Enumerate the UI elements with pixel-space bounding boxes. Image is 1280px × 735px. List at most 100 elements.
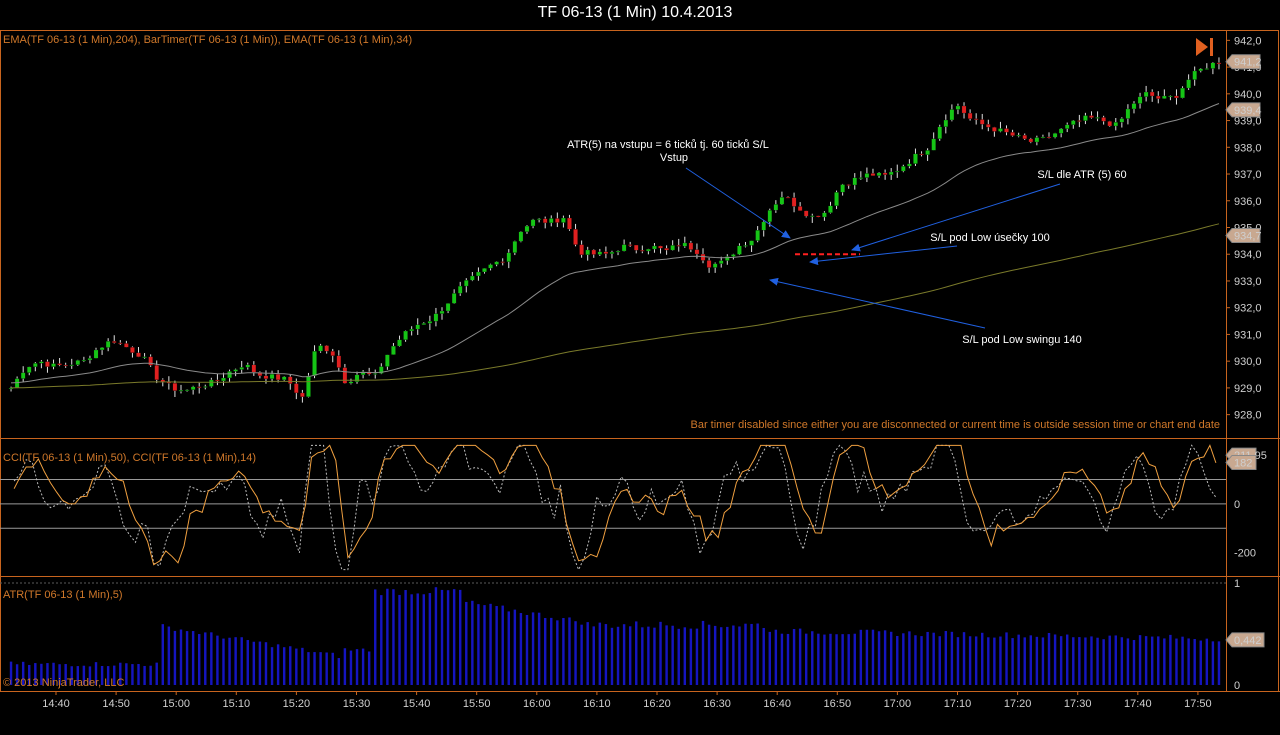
atr-bar (574, 621, 577, 685)
candle-body (1046, 136, 1052, 139)
candle-body (919, 153, 924, 156)
atr-bar (604, 624, 608, 685)
candle-body (1083, 115, 1088, 121)
atr-bar (525, 614, 529, 685)
atr-bar (932, 632, 935, 685)
candle-body (621, 244, 627, 252)
atr-bar (1053, 634, 1057, 685)
candle-body (1192, 70, 1197, 80)
atr-bar (507, 611, 510, 685)
candle-body (591, 249, 597, 255)
chart-window: TF 06-13 (1 Min) 10.4.2013 942,0941,0940… (0, 0, 1280, 735)
atr-bar (896, 635, 899, 685)
play-to-end-icon (1210, 38, 1213, 56)
price-tick-label: 932,0 (1234, 303, 1262, 315)
atr-bar (471, 600, 474, 685)
time-tick-label: 17:50 (1184, 698, 1212, 710)
annotation-sl-atr: S/L dle ATR (5) 60 (1037, 169, 1126, 181)
candle-body (737, 245, 742, 255)
candle-body (925, 150, 930, 155)
candle-body (20, 372, 26, 379)
candle-body (506, 252, 512, 262)
atr-bar (713, 625, 717, 685)
price-tick-label: 938,0 (1234, 142, 1262, 154)
atr-bar (1059, 636, 1063, 685)
atr-bar (513, 609, 517, 685)
candle-body (391, 345, 396, 355)
atr-bar (786, 633, 790, 685)
ema204-price-label: 934,7 (1234, 231, 1262, 243)
atr-bar (1199, 640, 1202, 685)
candle-body (433, 313, 439, 322)
atr-bar (185, 631, 189, 685)
candle-body (755, 230, 760, 241)
atr-bar (1181, 636, 1184, 685)
chart-frame (0, 30, 1279, 692)
annotation-sl-low-bar: S/L pod Low úsečky 100 (930, 232, 1049, 244)
candle-body (421, 323, 427, 325)
candle-body (627, 244, 633, 246)
time-tick-label: 16:40 (763, 698, 791, 710)
atr-bar (489, 603, 492, 685)
candle-body (536, 218, 542, 220)
time-tick-label: 16:20 (643, 698, 671, 710)
chart-canvas[interactable]: 942,0941,0940,0939,0938,0937,0936,0935,0… (0, 0, 1280, 735)
atr-bar (398, 594, 401, 685)
annotation-entry-atr: ATR(5) na vstupu = 6 ticků tj. 60 ticků … (567, 139, 769, 151)
atr-bar (380, 595, 383, 685)
entry-arrow (685, 167, 791, 239)
candle-body (1186, 79, 1191, 89)
atr-bar (920, 636, 923, 685)
candle-body (221, 377, 226, 382)
candle-body (555, 218, 560, 223)
atr-bar (883, 630, 887, 685)
time-tick-label: 17:30 (1064, 698, 1092, 710)
candle-body (955, 105, 961, 110)
atr-bar (798, 628, 802, 685)
candle-body (694, 249, 700, 255)
atr-bar (823, 634, 826, 685)
candle-body (287, 376, 293, 384)
atr-bar (853, 633, 856, 685)
candle-body (342, 367, 348, 384)
candle-body (979, 119, 985, 125)
candle-body (403, 330, 408, 340)
candle-body (385, 354, 390, 367)
atr-bar (695, 628, 699, 685)
candle-body (1077, 120, 1082, 122)
candle-body (633, 244, 639, 251)
atr-bar (204, 632, 207, 685)
atr-bar (1041, 637, 1045, 685)
candle-body (439, 310, 445, 314)
atr-bar (804, 633, 808, 685)
candle-body (415, 324, 420, 330)
candle-body (45, 361, 50, 367)
atr-bar (981, 632, 984, 685)
candle-body (852, 177, 858, 186)
candle-body (876, 172, 882, 176)
time-tick-label: 15:40 (403, 698, 431, 710)
candle-body (196, 386, 202, 388)
candle-body (640, 250, 645, 252)
atr-bar (1023, 637, 1026, 685)
atr-bar (1169, 634, 1172, 685)
candle-body (1216, 62, 1222, 65)
candle-body (1113, 122, 1119, 127)
price-tick-label: 930,0 (1234, 356, 1262, 368)
candle-body (548, 218, 554, 224)
candle-body (154, 365, 159, 380)
atr-bar (1005, 632, 1008, 685)
candle-body (51, 363, 56, 367)
time-tick-label: 14:40 (42, 698, 70, 710)
atr-bar (568, 617, 571, 685)
candle-body (1010, 132, 1015, 136)
candle-body (670, 245, 675, 251)
atr-bar (665, 625, 668, 685)
candle-body (93, 349, 99, 359)
atr-bar (355, 649, 359, 685)
candle-body (451, 293, 457, 304)
candle-body (1071, 120, 1076, 125)
atr-bar (586, 622, 589, 685)
candle-body (530, 219, 536, 227)
play-to-end-icon (1196, 38, 1208, 56)
